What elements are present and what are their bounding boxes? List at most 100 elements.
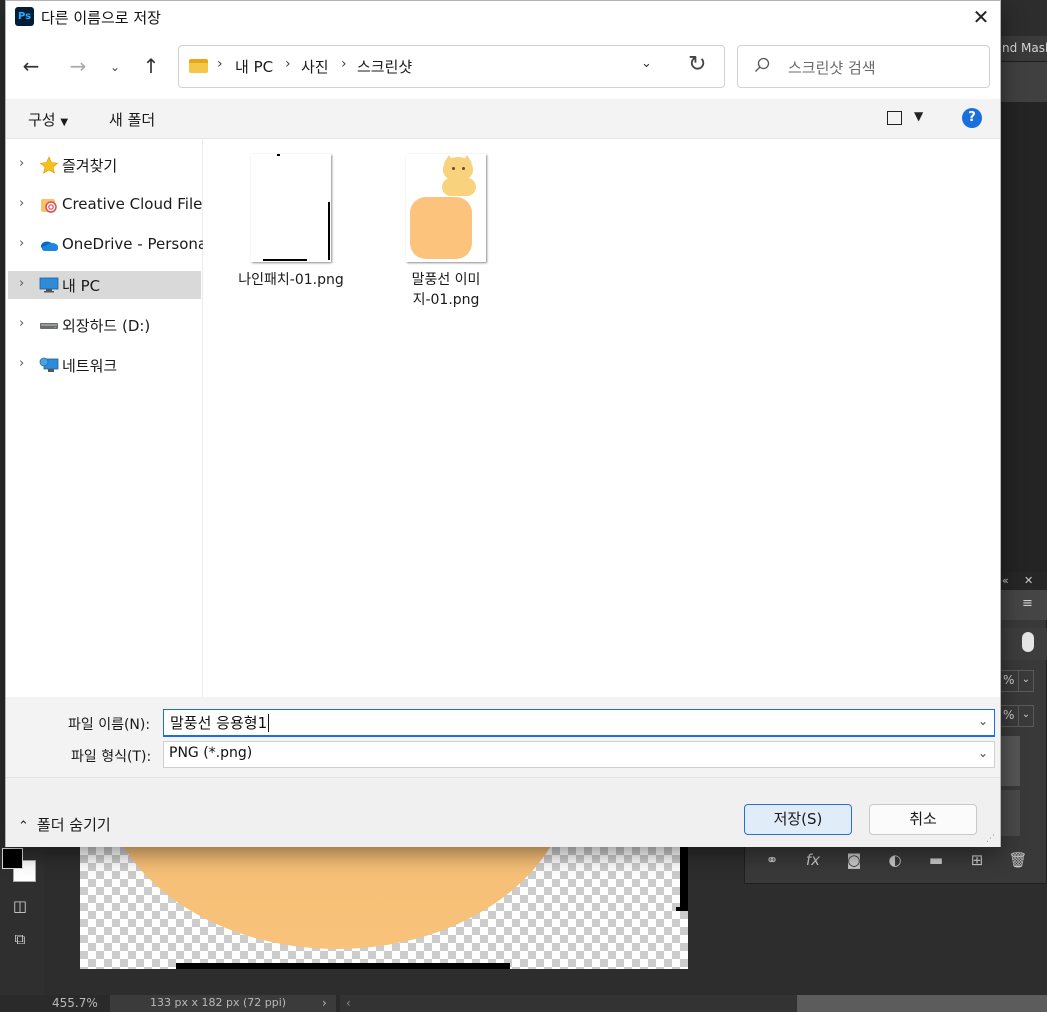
view-mode-icon[interactable] — [887, 111, 902, 125]
horizontal-scrollbar[interactable] — [340, 995, 800, 1012]
close-icon[interactable]: ✕ — [966, 3, 996, 31]
chevron-down-icon[interactable]: ⌄ — [978, 746, 988, 760]
search-input[interactable]: 스크린샷 검색 — [788, 57, 876, 78]
document-info: 133 px x 182 px (72 ppi) — [110, 995, 336, 1012]
sidebar-item-external-drive[interactable]: › 외장하드 (D:) — [8, 311, 201, 339]
file-thumbnail — [406, 154, 486, 262]
sidebar-item-label: 즐겨찾기 — [62, 157, 118, 175]
thumbnail-bubble — [410, 197, 472, 259]
thumbnail-black-edge — [277, 154, 280, 156]
save-button[interactable]: 저장(S) — [744, 804, 852, 835]
photoshop-logo-icon: Ps — [15, 7, 34, 26]
adjustment-icon[interactable]: ◐ — [883, 851, 907, 869]
screen-mode-icon[interactable]: ⧉ — [9, 930, 31, 948]
breadcrumb-screenshots[interactable]: 스크린샷 — [357, 56, 412, 77]
chevron-right-icon[interactable]: › — [19, 276, 24, 291]
black-edge — [676, 907, 688, 911]
sidebar-item-label: OneDrive - Personal — [62, 235, 212, 253]
thumbnail-black-edge — [328, 202, 330, 260]
dialog-title: 다른 이름으로 저장 — [41, 9, 161, 27]
save-form: 파일 이름(N): 말풍선 응용형1 ⌄ 파일 형식(T): PNG (*.pn… — [6, 697, 1000, 777]
ps-document-tab[interactable]: nd Mask — [1000, 36, 1047, 62]
scroll-left-icon[interactable]: ‹ — [346, 996, 351, 1010]
drive-icon — [40, 323, 58, 329]
sidebar-item-onedrive[interactable]: › OneDrive - Personal — [8, 231, 211, 259]
star-icon — [39, 156, 59, 174]
foreground-color-swatch[interactable] — [2, 848, 23, 869]
up-arrow-icon[interactable]: ↑ — [138, 55, 164, 79]
fx-icon[interactable]: fx — [801, 851, 825, 869]
chevron-down-icon[interactable]: ⌄ — [1018, 705, 1034, 727]
trash-icon[interactable]: 🗑 — [1006, 851, 1030, 869]
back-arrow-icon[interactable]: ← — [18, 55, 44, 79]
chevron-right-icon[interactable]: › — [285, 56, 291, 72]
toggle-icon[interactable] — [1022, 632, 1034, 652]
chevron-right-icon[interactable]: › — [19, 356, 24, 371]
folder-icon — [189, 59, 208, 73]
black-edge — [680, 847, 688, 909]
help-icon[interactable]: ? — [962, 108, 982, 128]
caret-down-icon: ▼ — [60, 117, 69, 128]
ps-canvas[interactable] — [80, 847, 688, 969]
ps-status-bar: 455.7% 133 px x 182 px (72 ppi) › ‹ — [0, 995, 1047, 1012]
chevron-right-icon[interactable]: › — [19, 236, 24, 251]
ps-panel-lock-row — [1000, 628, 1047, 660]
ps-layer-row[interactable] — [1000, 736, 1020, 786]
chevron-right-icon[interactable]: › — [322, 996, 327, 1010]
filename-value: 말풍선 응용형1 — [170, 714, 268, 732]
cat-eye — [462, 167, 465, 170]
breadcrumb-this-pc[interactable]: 내 PC — [235, 56, 273, 77]
file-thumbnail — [251, 154, 331, 262]
new-layer-icon[interactable]: ⊞ — [965, 851, 989, 869]
ps-layer-toolbar: ⚭ fx ◙ ◐ ▬ ⊞ 🗑 — [760, 848, 1030, 872]
command-bar: 구성 ▼ 새 폴더 ▼ ? — [6, 99, 1000, 139]
chevron-right-icon[interactable]: › — [19, 196, 24, 211]
group-folder-icon[interactable]: ▬ — [924, 851, 948, 869]
sidebar-item-favorites[interactable]: › 즐겨찾기 — [8, 151, 201, 179]
forward-arrow-icon[interactable]: → — [65, 55, 91, 79]
chevron-down-icon[interactable]: ⌄ — [978, 714, 988, 728]
ps-layer-row[interactable] — [1000, 790, 1020, 836]
chevron-right-icon[interactable]: › — [19, 316, 24, 331]
navigation-pane: › 즐겨찾기 › Creative Cloud Files › OneDrive… — [6, 139, 211, 697]
recent-locations-chevron-icon[interactable]: ⌄ — [102, 56, 128, 80]
search-box[interactable]: 스크린샷 검색 — [737, 45, 990, 88]
organize-label: 구성 — [28, 111, 56, 129]
organize-button[interactable]: 구성 ▼ — [28, 109, 68, 130]
new-folder-button[interactable]: 새 폴더 — [109, 109, 155, 130]
sidebar-item-creative-cloud[interactable]: › Creative Cloud Files — [8, 191, 210, 219]
chevron-down-icon[interactable]: ⌄ — [641, 56, 652, 71]
chevron-down-icon[interactable]: ⌄ — [1018, 670, 1034, 692]
address-bar[interactable]: › 내 PC › 사진 › 스크린샷 ⌄ ↻ — [178, 45, 725, 88]
hide-folders-button[interactable]: ⌃ 폴더 숨기기 — [18, 814, 111, 835]
navigation-bar: ← → ⌄ ↑ › 내 PC › 사진 › 스크린샷 ⌄ ↻ 스크린샷 검색 — [6, 33, 1000, 99]
mask-icon[interactable]: ◙ — [842, 851, 866, 869]
panel-close-icon[interactable]: ✕ — [1024, 574, 1033, 587]
filetype-select[interactable]: PNG (*.png) ⌄ — [163, 741, 995, 768]
caret-down-icon[interactable]: ▼ — [914, 109, 923, 123]
chevron-right-icon[interactable]: › — [19, 156, 24, 171]
speech-bubble-shape — [102, 847, 572, 949]
sidebar-item-this-pc[interactable]: › 내 PC — [8, 271, 201, 299]
cancel-button[interactable]: 취소 — [869, 804, 977, 835]
resize-grip-icon[interactable]: ⋰ — [986, 834, 998, 846]
scrollbar-thumb[interactable] — [797, 995, 1047, 1012]
ps-panel-tabs: ≡ — [1000, 590, 1047, 620]
refresh-icon[interactable]: ↻ — [688, 52, 706, 77]
computer-icon — [39, 277, 59, 293]
link-layers-icon[interactable]: ⚭ — [760, 851, 784, 869]
hide-folders-label: 폴더 숨기기 — [36, 816, 111, 834]
filename-input[interactable]: 말풍선 응용형1 ⌄ — [163, 709, 995, 737]
sidebar-item-network[interactable]: › 네트워크 — [8, 351, 201, 379]
file-name: 나인패치-01.png — [238, 272, 344, 288]
chevron-right-icon[interactable]: › — [217, 56, 223, 72]
zoom-level[interactable]: 455.7% — [52, 996, 98, 1010]
chevron-right-icon[interactable]: › — [341, 56, 347, 72]
collapse-icon[interactable]: « — [1002, 574, 1009, 587]
breadcrumb-pictures[interactable]: 사진 — [301, 56, 329, 77]
panel-menu-icon[interactable]: ≡ — [1022, 596, 1033, 611]
save-as-dialog: Ps 다른 이름으로 저장 ✕ ← → ⌄ ↑ › 내 PC › 사진 › 스크… — [5, 0, 1001, 847]
cat-body-icon — [442, 178, 476, 196]
file-list-pane[interactable]: 나인패치-01.png 말풍선 이미지-01.png — [203, 139, 1000, 697]
quick-mask-icon[interactable]: ◫ — [9, 897, 31, 915]
